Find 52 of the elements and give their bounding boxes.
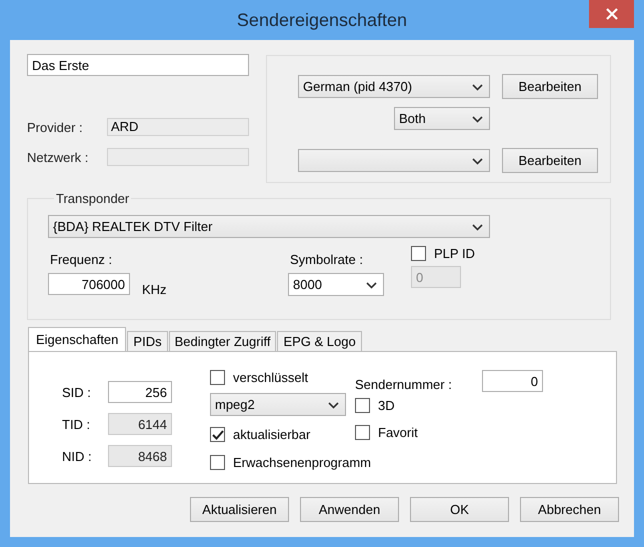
tab[interactable]: Bedingter Zugriff: [168, 331, 276, 351]
edit-button[interactable]: Bearbeiten: [502, 74, 598, 99]
checkbox[interactable]: [210, 427, 225, 442]
checkbox[interactable]: [355, 398, 370, 413]
checkbox-label: verschlüsselt: [233, 370, 308, 385]
id-label: NID :: [62, 448, 93, 464]
frequency-field[interactable]: 706000: [48, 273, 130, 295]
channel-name-field[interactable]: Das Erste: [27, 54, 249, 76]
chevron-down-icon: [328, 402, 339, 409]
channel-number-field[interactable]: 0: [482, 370, 543, 392]
audio-dropdown[interactable]: German (pid 4370): [298, 75, 490, 98]
edit-button[interactable]: Bearbeiten: [502, 148, 598, 173]
channel-number-label: Sendernummer :: [355, 377, 453, 392]
checkbox-label: 3D: [378, 398, 395, 413]
frequency-label: Frequenz :: [50, 252, 114, 267]
checkbox[interactable]: [355, 425, 370, 440]
id-field[interactable]: 256: [108, 381, 172, 403]
symbolrate-label: Symbolrate :: [290, 252, 364, 267]
checkbox-label: PLP ID: [434, 246, 475, 261]
check-icon: [212, 430, 224, 440]
chevron-down-icon: [472, 224, 483, 231]
device-dropdown[interactable]: {BDA} REALTEK DTV Filter: [48, 215, 490, 238]
unit-label: KHz: [142, 282, 167, 297]
chevron-down-icon: [366, 282, 377, 289]
dialog-button[interactable]: Aktualisieren: [190, 497, 289, 522]
checkbox-label: Favorit: [378, 425, 418, 440]
close-button[interactable]: [589, 0, 634, 28]
codec-dropdown[interactable]: mpeg2: [210, 393, 346, 416]
window-title: Sendereigenschaften: [236, 10, 408, 30]
checkbox[interactable]: [210, 370, 225, 385]
chevron-down-icon: [472, 84, 483, 91]
provider-label: Provider :: [27, 120, 84, 134]
network-label: Netzwerk :: [27, 150, 90, 164]
close-icon: [606, 8, 618, 20]
tab[interactable]: PIDs: [127, 331, 168, 351]
chevron-down-icon: [472, 116, 483, 123]
dialog-button[interactable]: OK: [410, 497, 509, 522]
chevron-down-icon: [472, 158, 483, 165]
group-title: Transponder: [55, 191, 130, 206]
id-label: TID :: [62, 416, 92, 432]
provider-field[interactable]: ARD: [107, 118, 249, 136]
checkbox-label: aktualisierbar: [233, 427, 310, 442]
dialog-button[interactable]: Abbrechen: [520, 497, 619, 522]
network-field[interactable]: [107, 148, 249, 166]
dialog-button[interactable]: Anwenden: [300, 497, 399, 522]
id-label: SID :: [62, 384, 92, 400]
symbolrate-dropdown[interactable]: 8000: [288, 273, 384, 296]
mode-dropdown[interactable]: Both: [394, 107, 490, 130]
checkbox[interactable]: [210, 455, 225, 470]
tab[interactable]: Eigenschaften: [28, 327, 126, 351]
tab[interactable]: EPG & Logo: [277, 331, 362, 351]
checkbox-label: Erwachsenenprogramm: [233, 455, 372, 470]
